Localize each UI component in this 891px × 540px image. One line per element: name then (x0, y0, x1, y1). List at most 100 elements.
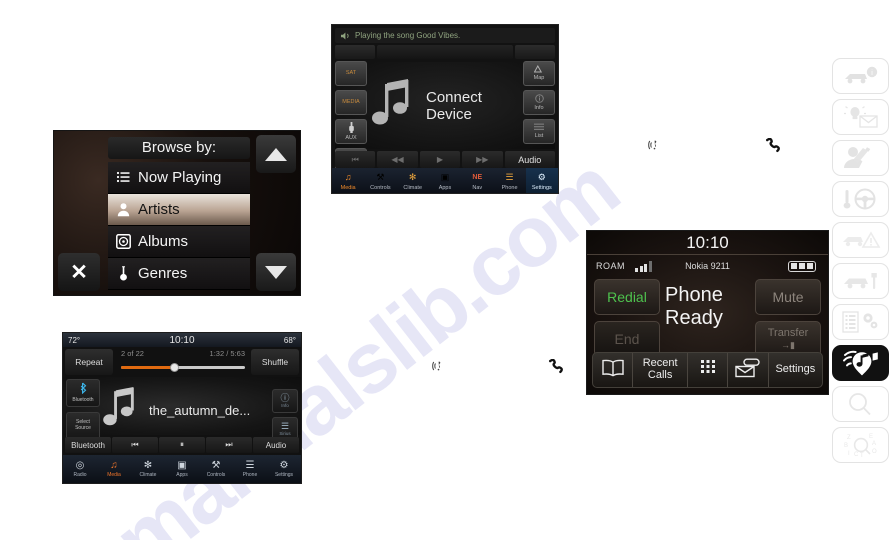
transport-prev-track[interactable]: ⏮ (112, 437, 158, 453)
info-button[interactable]: ⓘ Info (272, 389, 298, 413)
tab-safety-warning[interactable] (832, 222, 889, 258)
select-source-button[interactable]: Select Source (66, 412, 100, 440)
tab-search[interactable] (832, 386, 889, 422)
tab-steering-wheel[interactable] (832, 181, 889, 217)
nav-item-media[interactable]: ♫ Media (97, 455, 131, 483)
scroll-down-button[interactable] (256, 253, 296, 291)
scroll-up-button[interactable] (256, 135, 296, 173)
source-button-label: AUX (345, 134, 357, 141)
transport-prev-track[interactable]: ⏮ (335, 151, 376, 168)
track-position: 2 of 22 (121, 349, 144, 358)
nav-item-controls[interactable]: ⚒ Controls (199, 455, 233, 483)
nav-item-settings[interactable]: ⚙ Settings (267, 455, 301, 483)
nav-item-label: Radio (73, 471, 87, 478)
recent-calls-button[interactable]: Recent Calls (633, 353, 688, 387)
redial-button[interactable]: Redial (594, 279, 660, 315)
list-button[interactable]: List (523, 119, 555, 144)
svg-text:E: E (869, 434, 873, 440)
svg-text:B: B (844, 443, 848, 449)
nav-item-climate[interactable]: ✻ Climate (397, 168, 429, 193)
progress-track[interactable] (121, 366, 245, 369)
transport-next-track[interactable]: ⏭ (206, 437, 252, 453)
list-item-albums[interactable]: Albums (108, 226, 250, 258)
tab-index-search[interactable]: Z E B A ICT O (832, 427, 889, 463)
source-button-aux[interactable]: AUX (335, 119, 367, 144)
transport-rewind[interactable]: ◀◀ (377, 151, 418, 168)
map-button[interactable]: Map (523, 61, 555, 86)
phone-status-message: Phone Ready (665, 284, 723, 329)
transport-source-label[interactable]: Bluetooth (65, 437, 111, 453)
source-button-media[interactable]: MEDIA (335, 90, 367, 115)
messages-button[interactable] (728, 353, 769, 387)
repeat-button[interactable]: Repeat (65, 349, 113, 375)
music-note-icon: ♫ (110, 459, 118, 471)
list-item-genres[interactable]: Genres (108, 258, 250, 290)
close-button[interactable]: ✕ (58, 253, 100, 291)
tab-settings-list[interactable] (832, 304, 889, 340)
list-item-artists[interactable]: Artists (108, 194, 250, 226)
tab-seat-comfort[interactable] (832, 140, 889, 176)
battery-icon (788, 260, 816, 272)
page-root: manualslib.com Browse by: Now Playing Ar… (0, 0, 891, 540)
music-note-icon (372, 78, 412, 134)
nav-item-media[interactable]: ♫ Media (332, 168, 364, 193)
progress-fill (121, 366, 176, 369)
climate-icon: ✻ (408, 171, 417, 182)
bluetooth-source-button[interactable]: Bluetooth (66, 379, 100, 407)
transfer-to-phone-icon: →▮ (781, 340, 795, 350)
list-icon (116, 170, 131, 185)
secondary-middle[interactable] (377, 45, 513, 59)
audio-button[interactable]: Audio (253, 437, 299, 453)
transport-fast-forward[interactable]: ▶▶ (462, 151, 503, 168)
connect-device-label: Connect Device (426, 89, 482, 123)
transport-play[interactable]: ▶ (419, 151, 461, 168)
gear-icon: ⚙ (537, 171, 546, 182)
progress-knob[interactable] (169, 363, 179, 372)
nav-item-radio[interactable]: ◎ Radio (63, 455, 97, 483)
compass-icon: NE (472, 173, 483, 181)
browse-by-title: Browse by: (108, 137, 250, 159)
phone-settings-button[interactable]: Settings (769, 353, 822, 387)
phonebook-button[interactable] (593, 353, 634, 387)
nav-item-controls[interactable]: ⚒ Controls (364, 168, 396, 193)
disc-icon (116, 234, 131, 249)
transport-pause[interactable]: ⏸ (159, 437, 205, 453)
nav-item-label: Controls (206, 471, 226, 478)
nav-item-phone[interactable]: ☰ Phone (233, 455, 267, 483)
phone-status-bar: ROAM Nokia 9211 (587, 257, 828, 275)
nav-item-apps[interactable]: ▣ Apps (165, 455, 199, 483)
signal-icon: ☰ (245, 459, 255, 471)
source-button-label: SAT (345, 69, 357, 76)
temperature-right: 68° (283, 335, 296, 345)
media-voice-icon (841, 350, 881, 376)
nav-item-climate[interactable]: ✻ Climate (131, 455, 165, 483)
nav-item-phone[interactable]: ☰ Phone (493, 168, 525, 193)
secondary-right[interactable] (515, 45, 555, 59)
progress-area[interactable]: 2 of 22 1:32 / 5:63 (115, 349, 249, 375)
tab-media-voice[interactable] (832, 345, 889, 381)
track-title: the_autumn_de... (149, 402, 251, 418)
tab-lights-messages[interactable] (832, 99, 889, 135)
source-button-sat[interactable]: SAT (335, 61, 367, 86)
list-item-label: Now Playing (138, 169, 222, 186)
info-label: Info (281, 403, 289, 408)
shuffle-button[interactable]: Shuffle (251, 349, 299, 375)
clock: 10:10 (169, 334, 195, 346)
nav-item-settings[interactable]: ⚙ Settings (525, 168, 558, 193)
tab-service-vehicle[interactable] (832, 263, 889, 299)
nav-item-label: Climate (403, 185, 423, 191)
person-icon (116, 202, 131, 217)
phone-settings-label: Settings (775, 363, 816, 376)
audio-button[interactable]: Audio (504, 151, 555, 168)
secondary-left[interactable] (335, 45, 375, 59)
list-icon (534, 123, 544, 133)
tab-vehicle-info[interactable]: i (832, 58, 889, 94)
nav-item-nav[interactable]: NE Nav (461, 168, 493, 193)
apps-icon: ▣ (177, 459, 187, 471)
index-search-icon: Z E B A ICT O (841, 432, 881, 458)
info-button[interactable]: Info (523, 90, 555, 115)
nav-item-apps[interactable]: ▣ Apps (429, 168, 461, 193)
list-item-now-playing[interactable]: Now Playing (108, 162, 250, 194)
mute-button[interactable]: Mute (755, 279, 821, 315)
keypad-button[interactable] (688, 353, 729, 387)
